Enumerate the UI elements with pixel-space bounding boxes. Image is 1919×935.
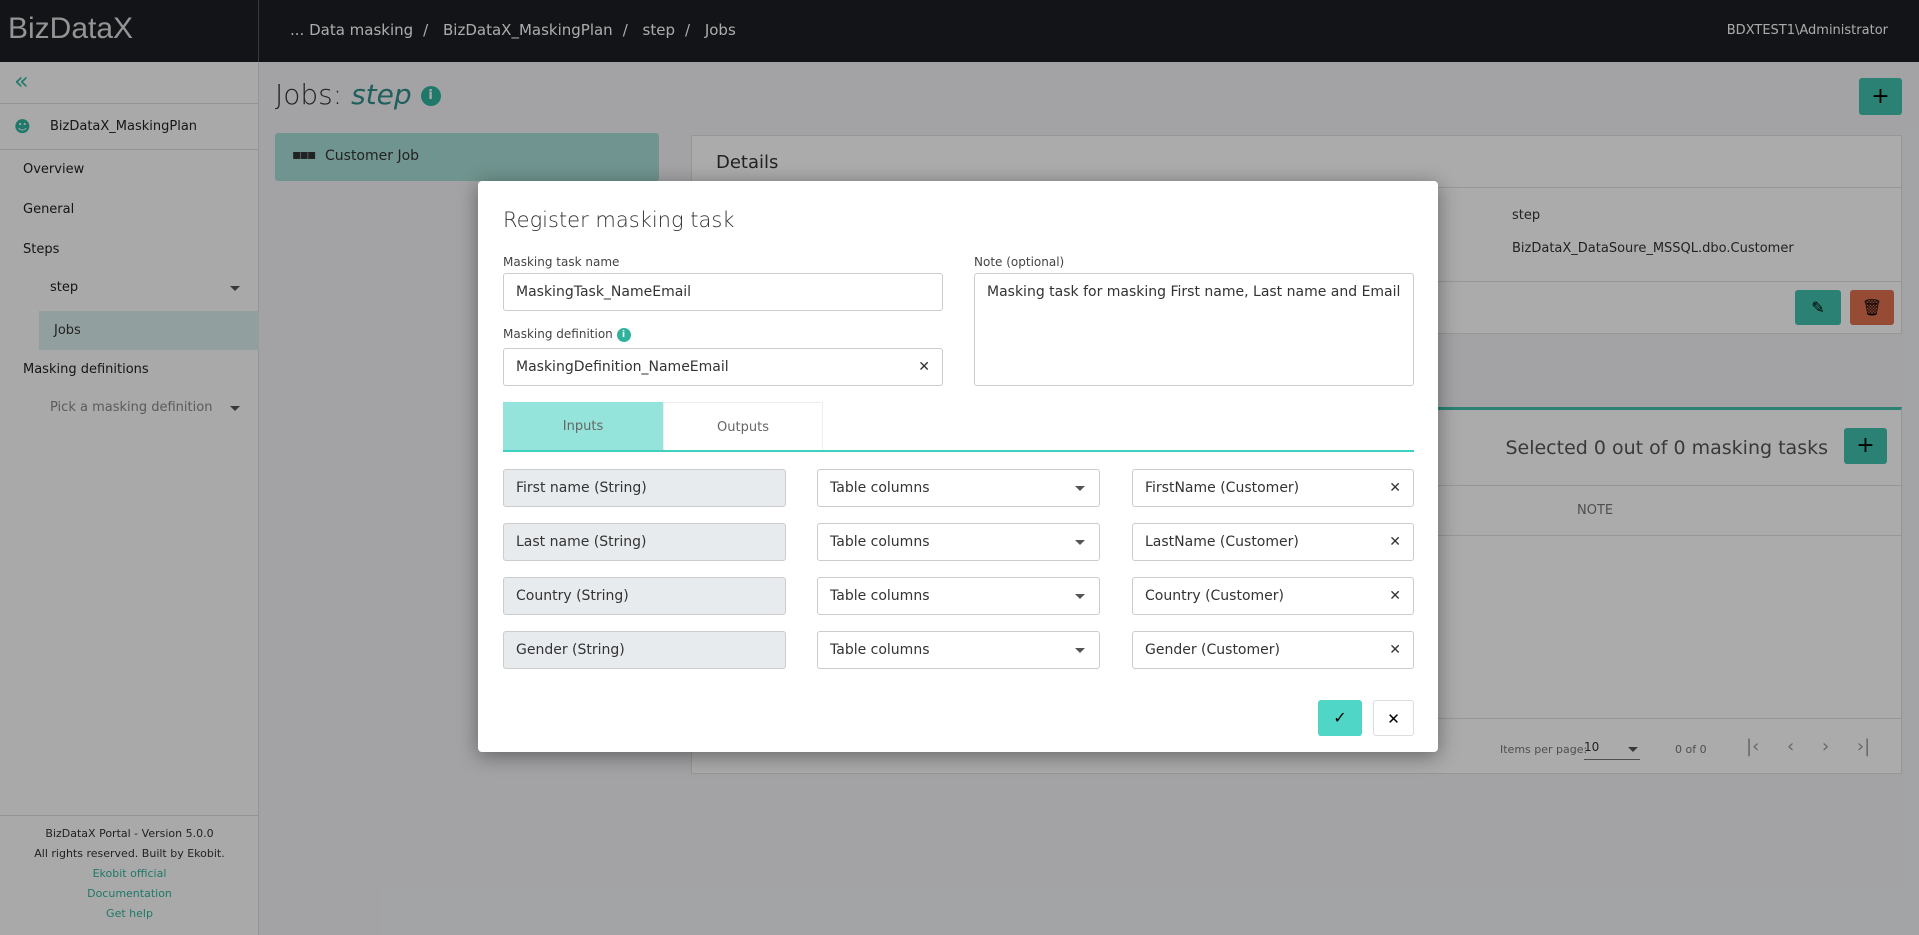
source-type-select[interactable]: Table columns xyxy=(817,469,1100,507)
clear-icon[interactable]: ✕ xyxy=(1389,534,1401,550)
clear-icon[interactable]: ✕ xyxy=(918,359,930,375)
input-parameter: Country (String) xyxy=(503,577,786,615)
input-parameter: Gender (String) xyxy=(503,631,786,669)
input-parameter: First name (String) xyxy=(503,469,786,507)
confirm-button[interactable]: ✓ xyxy=(1318,700,1362,736)
source-type-select[interactable]: Table columns xyxy=(817,523,1100,561)
tab-outputs[interactable]: Outputs xyxy=(663,402,823,451)
masking-definition-select[interactable]: MaskingDefinition_NameEmail ✕ xyxy=(503,348,943,386)
info-icon[interactable]: i xyxy=(616,327,631,342)
chevron-down-icon xyxy=(1075,540,1085,545)
chevron-down-icon xyxy=(1075,486,1085,491)
task-name-label: Masking task name xyxy=(503,255,620,269)
register-masking-task-dialog: Register masking task Masking task name … xyxy=(478,181,1438,752)
column-select[interactable]: Gender (Customer) ✕ xyxy=(1132,631,1414,669)
input-parameter: Last name (String) xyxy=(503,523,786,561)
source-type-select[interactable]: Table columns xyxy=(817,577,1100,615)
source-type-select[interactable]: Table columns xyxy=(817,631,1100,669)
clear-icon[interactable]: ✕ xyxy=(1389,642,1401,658)
chevron-down-icon xyxy=(1075,648,1085,653)
chevron-down-icon xyxy=(1075,594,1085,599)
note-label: Note (optional) xyxy=(974,255,1065,269)
tab-inputs[interactable]: Inputs xyxy=(503,402,663,451)
column-select[interactable]: LastName (Customer) ✕ xyxy=(1132,523,1414,561)
column-select[interactable]: FirstName (Customer) ✕ xyxy=(1132,469,1414,507)
clear-icon[interactable]: ✕ xyxy=(1389,588,1401,604)
dialog-title: Register masking task xyxy=(503,208,735,232)
task-name-input[interactable]: MaskingTask_NameEmail xyxy=(503,273,943,311)
definition-label: Masking definition i xyxy=(503,327,631,342)
column-select[interactable]: Country (Customer) ✕ xyxy=(1132,577,1414,615)
clear-icon[interactable]: ✕ xyxy=(1389,480,1401,496)
note-textarea[interactable]: Masking task for masking First name, Las… xyxy=(974,273,1414,386)
cancel-button[interactable]: ✕ xyxy=(1373,700,1414,736)
